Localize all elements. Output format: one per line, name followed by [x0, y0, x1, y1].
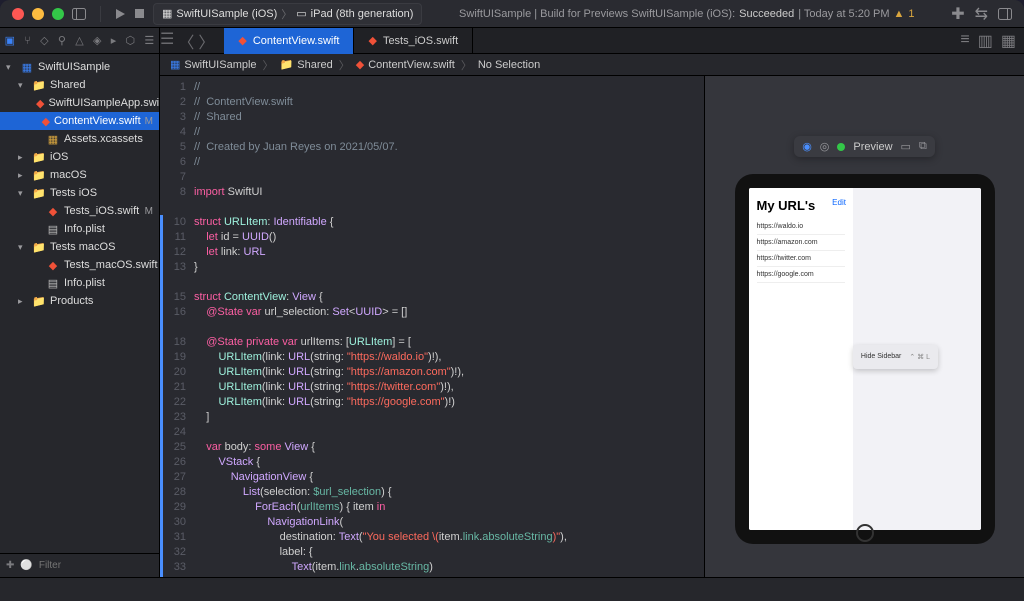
file-plist-ios[interactable]: ▤Info.plist: [0, 220, 159, 238]
project-tree: ▾▦SwiftUISample ▾📁Shared ◆SwiftUISampleA…: [0, 54, 159, 553]
folder-tests-ios[interactable]: ▾📁Tests iOS: [0, 184, 159, 202]
file-app[interactable]: ◆SwiftUISampleApp.swift: [0, 94, 159, 112]
jump-bar[interactable]: ▦ SwiftUISample〉 📁 Shared〉 ◆ ContentView…: [160, 54, 1024, 76]
inspector-toggle-icon[interactable]: [998, 4, 1012, 24]
debug-navigator-tab[interactable]: ▸: [111, 34, 117, 47]
traffic-lights: [12, 8, 64, 20]
file-contentview[interactable]: ◆ContentView.swiftM: [0, 112, 159, 130]
folder-macos[interactable]: ▸📁macOS: [0, 166, 159, 184]
app-icon: ▦: [162, 7, 172, 20]
folder-products[interactable]: ▸📁Products: [0, 292, 159, 310]
titlebar: ▦ SwiftUISample (iOS) 〉 ▭ iPad (8th gene…: [0, 0, 1024, 28]
forward-button[interactable]: 〉: [198, 29, 214, 53]
file-tests-macos[interactable]: ◆Tests_macOS.swift: [0, 256, 159, 274]
navigator-sidebar: ▣ ⑂ ◇ ⚲ △ ◈ ▸ ⬡ ☰ ▾▦SwiftUISample ▾📁Shar…: [0, 28, 160, 577]
breakpoint-navigator-tab[interactable]: ⬡: [126, 34, 136, 47]
home-button[interactable]: [856, 524, 874, 542]
code-content[interactable]: // // ContentView.swift // Shared // // …: [194, 76, 567, 601]
report-navigator-tab[interactable]: ☰: [144, 34, 154, 47]
scheme-selector[interactable]: ▦ SwiftUISample (iOS) 〉 ▭ iPad (8th gene…: [153, 3, 422, 25]
edit-button[interactable]: Edit: [832, 198, 846, 207]
ipad-screen[interactable]: Edit My URL's https://waldo.io https://a…: [749, 188, 981, 530]
detail-view: Hide Sidebar ⌃ ⌘ L: [853, 188, 981, 530]
scheme-name: SwiftUISample (iOS): [176, 8, 277, 20]
preview-canvas: ◉ ◎ Preview ▭ ⧉ Edit My URL's https://wa…: [704, 76, 1024, 601]
device-settings-icon[interactable]: ▭: [901, 140, 911, 153]
tab-contentview[interactable]: ◆ ContentView.swift: [224, 28, 354, 54]
issue-navigator-tab[interactable]: △: [75, 34, 83, 47]
zoom-window-button[interactable]: [52, 8, 64, 20]
folder-shared[interactable]: ▾📁Shared: [0, 76, 159, 94]
ipad-simulator: Edit My URL's https://waldo.io https://a…: [735, 174, 995, 544]
source-editor[interactable]: 12345678 10111213 1516 18192021222324252…: [160, 76, 704, 601]
canvas-live-icon[interactable]: ◎: [820, 140, 830, 153]
code-review-icon[interactable]: ⇆: [975, 4, 988, 24]
bottom-bar: [0, 577, 1024, 601]
list-row[interactable]: https://waldo.io: [757, 219, 845, 235]
master-list: Edit My URL's https://waldo.io https://a…: [749, 188, 853, 530]
find-navigator-tab[interactable]: ⚲: [58, 34, 66, 47]
editor-options-icon[interactable]: ≡: [960, 31, 969, 51]
project-navigator-tab[interactable]: ▣: [5, 34, 15, 47]
minimize-window-button[interactable]: [32, 8, 44, 20]
filter-input[interactable]: [39, 560, 171, 571]
duplicate-preview-icon[interactable]: ⧉: [919, 140, 927, 153]
add-editor-icon[interactable]: ▦: [1001, 31, 1016, 51]
back-button[interactable]: 〈: [178, 29, 194, 53]
navigator-filter: ✚ ⚪ ◔ ▣: [0, 553, 159, 577]
folder-ios[interactable]: ▸📁iOS: [0, 148, 159, 166]
canvas-toolbar: ◉ ◎ Preview ▭ ⧉: [794, 136, 935, 157]
adjust-editor-icon[interactable]: ▥: [978, 31, 993, 51]
list-row[interactable]: https://amazon.com: [757, 235, 845, 251]
list-row[interactable]: https://google.com: [757, 267, 845, 283]
device-name: iPad (8th generation): [311, 8, 414, 20]
tab-tests[interactable]: ◆ Tests_iOS.swift: [354, 28, 473, 54]
sidebar-toggle-icon[interactable]: [72, 8, 86, 20]
swift-icon: ◆: [368, 34, 376, 47]
stop-button[interactable]: [134, 8, 145, 19]
swift-icon: ◆: [238, 34, 246, 47]
proj-icon: ▦: [170, 58, 180, 71]
device-icon: ▭: [296, 7, 306, 20]
file-plist-macos[interactable]: ▤Info.plist: [0, 274, 159, 292]
filter-icon: ⚪: [20, 560, 32, 571]
library-plus-icon[interactable]: ✚: [951, 4, 964, 24]
related-items-icon[interactable]: ☰: [160, 29, 174, 53]
test-navigator-tab[interactable]: ◈: [93, 34, 101, 47]
line-gutter: 12345678 10111213 1516 18192021222324252…: [160, 76, 194, 601]
preview-label: Preview: [853, 141, 892, 153]
add-target-button[interactable]: ✚: [6, 560, 14, 571]
file-tests-ios[interactable]: ◆Tests_iOS.swiftM: [0, 202, 159, 220]
project-root[interactable]: ▾▦SwiftUISample: [0, 58, 159, 76]
folder-tests-macos[interactable]: ▾📁Tests macOS: [0, 238, 159, 256]
close-window-button[interactable]: [12, 8, 24, 20]
folder-icon: 📁: [280, 58, 294, 71]
file-assets[interactable]: ▦Assets.xcassets: [0, 130, 159, 148]
hide-sidebar-tooltip: Hide Sidebar ⌃ ⌘ L: [853, 345, 938, 369]
preview-status-dot: [837, 143, 845, 151]
navigator-tabs: ▣ ⑂ ◇ ⚲ △ ◈ ▸ ⬡ ☰: [0, 28, 159, 54]
run-button[interactable]: [115, 8, 126, 20]
source-control-tab[interactable]: ⑂: [24, 35, 31, 47]
symbol-navigator-tab[interactable]: ◇: [40, 34, 48, 47]
activity-status[interactable]: SwiftUISample | Build for Previews Swift…: [430, 8, 943, 20]
list-row[interactable]: https://twitter.com: [757, 251, 845, 267]
change-bar: [160, 215, 163, 601]
swift-icon: ◆: [356, 58, 364, 71]
canvas-selectable-icon[interactable]: ◉: [802, 140, 812, 153]
